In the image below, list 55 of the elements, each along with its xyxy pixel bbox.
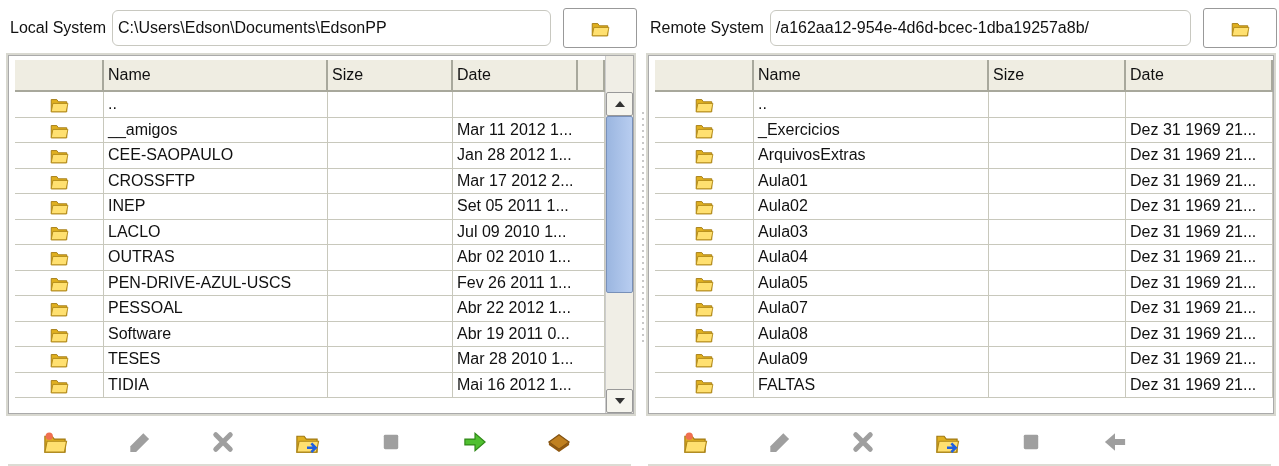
browse-button[interactable] xyxy=(563,8,637,48)
table-cell: _Exercicios xyxy=(754,117,989,143)
table-cell: Dez 31 1969 21... xyxy=(1126,194,1273,220)
table-cell: __amigos xyxy=(104,117,328,143)
right-arrow-icon[interactable] xyxy=(462,429,488,455)
column-header[interactable]: Size xyxy=(989,60,1126,92)
table-cell: Aula08 xyxy=(754,321,989,347)
header-cell xyxy=(578,60,605,92)
table-cell: Aula01 xyxy=(754,168,989,194)
column-header[interactable]: Name xyxy=(754,60,989,92)
down-arrow-icon xyxy=(614,398,625,404)
table-cell: PESSOAL xyxy=(104,296,328,322)
field-label: Local System xyxy=(9,19,107,37)
table-cell: PEN-DRIVE-AZUL-USCS xyxy=(104,270,328,296)
scrollbar[interactable] xyxy=(605,56,633,413)
table-cell: Dez 31 1969 21... xyxy=(1126,117,1273,143)
table-cell: Aula07 xyxy=(754,296,989,322)
path-field[interactable]: C:\Users\Edson\Documents\EdsonPP xyxy=(112,10,551,46)
table-cell: Software xyxy=(104,321,328,347)
table-cell: ArquivosExtras xyxy=(754,143,989,169)
column-header[interactable]: Name xyxy=(104,60,328,92)
table-cell: Aula03 xyxy=(754,219,989,245)
table-cell: INEP xyxy=(104,194,328,220)
table-cell: CROSSFTP xyxy=(104,168,328,194)
column-header[interactable]: Size xyxy=(328,60,453,92)
table-cell: Dez 31 1969 21... xyxy=(1126,245,1273,271)
column-header[interactable]: Date xyxy=(453,60,578,92)
table-cell: Dez 31 1969 21... xyxy=(1126,219,1273,245)
table-cell: OUTRAS xyxy=(104,245,328,271)
path-field[interactable]: /a162aa12-954e-4d6d-bcec-1dba19257a8b/ xyxy=(769,10,1191,46)
table-cell: LACLO xyxy=(104,219,328,245)
table-cell: TESES xyxy=(104,347,328,373)
scroll-down-button[interactable] xyxy=(606,389,633,413)
column-header[interactable]: Date xyxy=(1126,60,1273,92)
up-arrow-icon xyxy=(614,101,625,107)
table-cell: Dez 31 1969 21... xyxy=(1126,143,1273,169)
table-cell: Dez 31 1969 21... xyxy=(1126,296,1273,322)
table-cell: Aula04 xyxy=(754,245,989,271)
field-label: Remote System xyxy=(649,19,764,37)
browse-button[interactable] xyxy=(1203,8,1277,48)
table-cell: Dez 31 1969 21... xyxy=(1126,347,1273,373)
table-cell: Dez 31 1969 21... xyxy=(1126,321,1273,347)
table-cell: CEE-SAOPAULO xyxy=(104,143,328,169)
table-cell: FALTAS xyxy=(754,372,989,398)
table-cell: TIDIA xyxy=(104,372,328,398)
table-cell: .. xyxy=(104,92,328,118)
table-cell: Dez 31 1969 21... xyxy=(1126,270,1273,296)
table-cell: .. xyxy=(754,92,989,118)
table-cell: Aula09 xyxy=(754,347,989,373)
table-cell: Dez 31 1969 21... xyxy=(1126,168,1273,194)
scroll-thumb[interactable] xyxy=(606,116,633,293)
table-cell: Dez 31 1969 21... xyxy=(1126,372,1273,398)
table-cell: Aula05 xyxy=(754,270,989,296)
scroll-up-button[interactable] xyxy=(606,92,633,116)
table-cell: Aula02 xyxy=(754,194,989,220)
